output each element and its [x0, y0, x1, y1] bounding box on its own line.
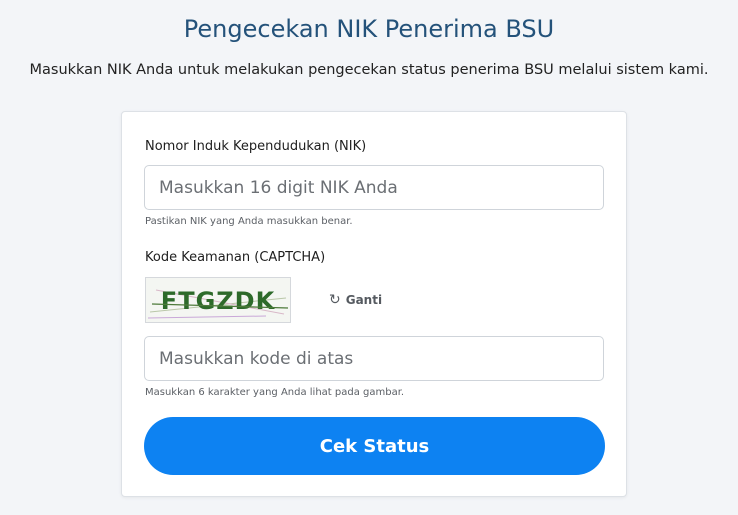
captcha-graphic: FTGZDK — [147, 287, 289, 319]
check-form-card: Nomor Induk Kependudukan (NIK) Pastikan … — [121, 111, 627, 497]
nik-label: Nomor Induk Kependudukan (NIK) — [145, 139, 367, 154]
captcha-text: FTGZDK — [161, 287, 276, 315]
captcha-noise-line — [147, 315, 267, 319]
nik-hint: Pastikan NIK yang Anda masukkan benar. — [145, 216, 353, 227]
captcha-label: Kode Keamanan (CAPTCHA) — [145, 250, 326, 265]
page: Pengecekan NIK Penerima BSU Masukkan NIK… — [0, 0, 738, 515]
captcha-hint: Masukkan 6 karakter yang Anda lihat pada… — [145, 387, 405, 398]
refresh-captcha-button[interactable]: ↻ Ganti — [329, 293, 382, 307]
page-title: Pengecekan NIK Penerima BSU — [183, 15, 555, 43]
refresh-icon: ↻ — [329, 292, 341, 308]
check-status-button[interactable]: Cek Status — [144, 417, 605, 475]
captcha-input[interactable] — [144, 336, 604, 381]
refresh-captcha-label: Ganti — [345, 293, 383, 307]
captcha-image: FTGZDK — [145, 277, 291, 323]
page-subtitle: Masukkan NIK Anda untuk melakukan pengec… — [0, 62, 738, 78]
nik-input[interactable] — [144, 165, 604, 210]
page-subtitle-text: Masukkan NIK Anda untuk melakukan pengec… — [29, 62, 709, 78]
